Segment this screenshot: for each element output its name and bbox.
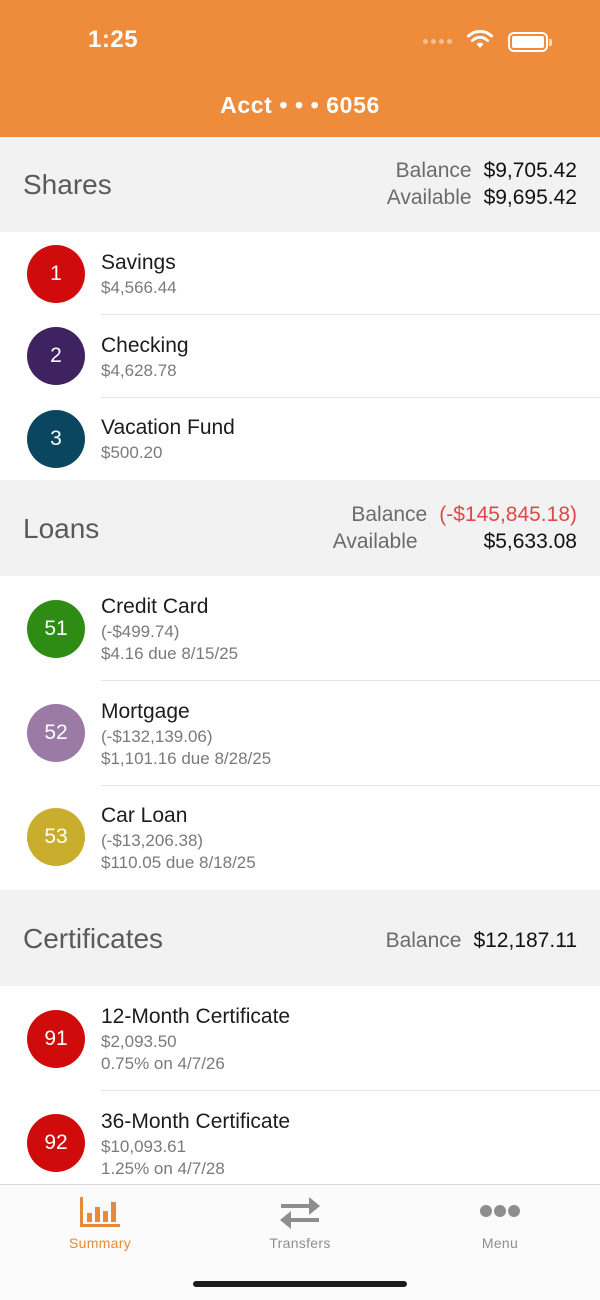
wifi-icon <box>466 28 494 55</box>
status-time: 1:25 <box>88 26 139 53</box>
loan-badge: 51 <box>27 600 85 658</box>
certificate-balance: $2,093.50 <box>101 1032 177 1051</box>
tab-summary-label: Summary <box>69 1235 131 1251</box>
app-header: 1:25 Acct • • • 6056 <box>0 0 600 137</box>
loan-name: Mortgage <box>101 700 190 723</box>
share-balance: $4,628.78 <box>101 361 177 380</box>
loan-balance: (-$13,206.38) <box>101 831 204 850</box>
certificates-section-header: Certificates Balance $12,187.11 <box>0 890 600 986</box>
certificate-badge: 92 <box>27 1114 85 1172</box>
loans-title: Loans <box>23 513 100 544</box>
certificate-row-36-month[interactable]: 92 36-Month Certificate $10,093.61 1.25%… <box>0 1091 600 1184</box>
loan-row-mortgage[interactable]: 52 Mortgage (-$132,139.06) $1,101.16 due… <box>0 681 600 786</box>
loans-balance-row: Balance (-$145,845.18) <box>351 503 577 527</box>
shares-available-value: $9,695.42 <box>483 186 577 209</box>
loan-badge: 53 <box>27 808 85 866</box>
certificates-title: Certificates <box>23 923 164 954</box>
shares-balance-label: Balance <box>395 159 472 182</box>
transfer-arrows-icon <box>278 1195 322 1231</box>
loans-available-value: $5,633.08 <box>483 530 577 553</box>
certificate-name: 12-Month Certificate <box>101 1005 291 1028</box>
loans-balance-value: (-$145,845.18) <box>439 503 577 526</box>
share-balance: $4,566.44 <box>101 278 177 297</box>
loan-name: Credit Card <box>101 595 209 618</box>
share-row-savings[interactable]: 1 Savings $4,566.44 <box>0 232 600 315</box>
certificate-row-12-month[interactable]: 91 12-Month Certificate $2,093.50 0.75% … <box>0 986 600 1091</box>
tab-transfers-label: Transfers <box>269 1235 331 1251</box>
battery-icon <box>508 31 552 52</box>
certificate-balance: $10,093.61 <box>101 1137 187 1156</box>
certificate-rate-maturity: 0.75% on 4/7/26 <box>101 1054 225 1073</box>
status-icons <box>423 28 552 55</box>
tab-menu[interactable]: Menu <box>400 1185 600 1265</box>
loan-payment-due: $4.16 due 8/15/25 <box>101 644 239 663</box>
share-name: Vacation Fund <box>101 416 235 439</box>
shares-balance-value: $9,705.42 <box>483 159 577 182</box>
loan-payment-due: $1,101.16 due 8/28/25 <box>101 749 272 768</box>
loan-name: Car Loan <box>101 804 188 827</box>
bar-chart-icon <box>78 1195 122 1231</box>
tab-summary[interactable]: Summary <box>0 1185 200 1265</box>
loans-available-label: Available <box>332 530 418 553</box>
loans-section-header: Loans Balance (-$145,845.18) Available $… <box>0 480 600 576</box>
share-badge: 1 <box>27 245 85 303</box>
shares-available-label: Available <box>386 186 472 209</box>
loan-row-car-loan[interactable]: 53 Car Loan (-$13,206.38) $110.05 due 8/… <box>0 786 600 890</box>
loan-balance: (-$132,139.06) <box>101 727 213 746</box>
share-badge: 2 <box>27 327 85 385</box>
loan-payment-due: $110.05 due 8/18/25 <box>101 853 256 872</box>
shares-balance-row: Balance $9,705.42 <box>396 159 577 183</box>
certificates-balance-label: Balance <box>385 929 462 952</box>
shares-section-header: Shares Balance $9,705.42 Available $9,69… <box>0 137 600 232</box>
loan-balance: (-$499.74) <box>101 622 180 641</box>
certificate-name: 36-Month Certificate <box>101 1110 291 1133</box>
share-name: Checking <box>101 334 189 357</box>
tab-menu-label: Menu <box>481 1235 519 1251</box>
share-balance: $500.20 <box>101 443 163 462</box>
share-name: Savings <box>101 251 176 274</box>
cellular-signal-icon <box>423 39 452 44</box>
share-badge: 3 <box>27 410 85 468</box>
loans-balance-label: Balance <box>351 503 428 526</box>
share-row-checking[interactable]: 2 Checking $4,628.78 <box>0 315 600 398</box>
certificate-badge: 91 <box>27 1010 85 1068</box>
share-row-vacation-fund[interactable]: 3 Vacation Fund $500.20 <box>0 398 600 480</box>
more-dots-icon <box>478 1195 522 1231</box>
loan-row-credit-card[interactable]: 51 Credit Card (-$499.74) $4.16 due 8/15… <box>0 576 600 681</box>
certificates-balance-value: $12,187.11 <box>473 929 577 952</box>
loans-available-row: Available $5,633.08 <box>333 530 577 554</box>
loan-badge: 52 <box>27 704 85 762</box>
account-title: Acct • • • 6056 <box>220 92 380 118</box>
home-indicator[interactable] <box>193 1281 407 1287</box>
certificates-balance-row: Balance $12,187.11 <box>386 929 577 953</box>
certificate-rate-maturity: 1.25% on 4/7/28 <box>101 1159 225 1178</box>
tab-transfers[interactable]: Transfers <box>200 1185 400 1265</box>
shares-title: Shares <box>23 169 112 200</box>
shares-available-row: Available $9,695.42 <box>387 186 577 210</box>
